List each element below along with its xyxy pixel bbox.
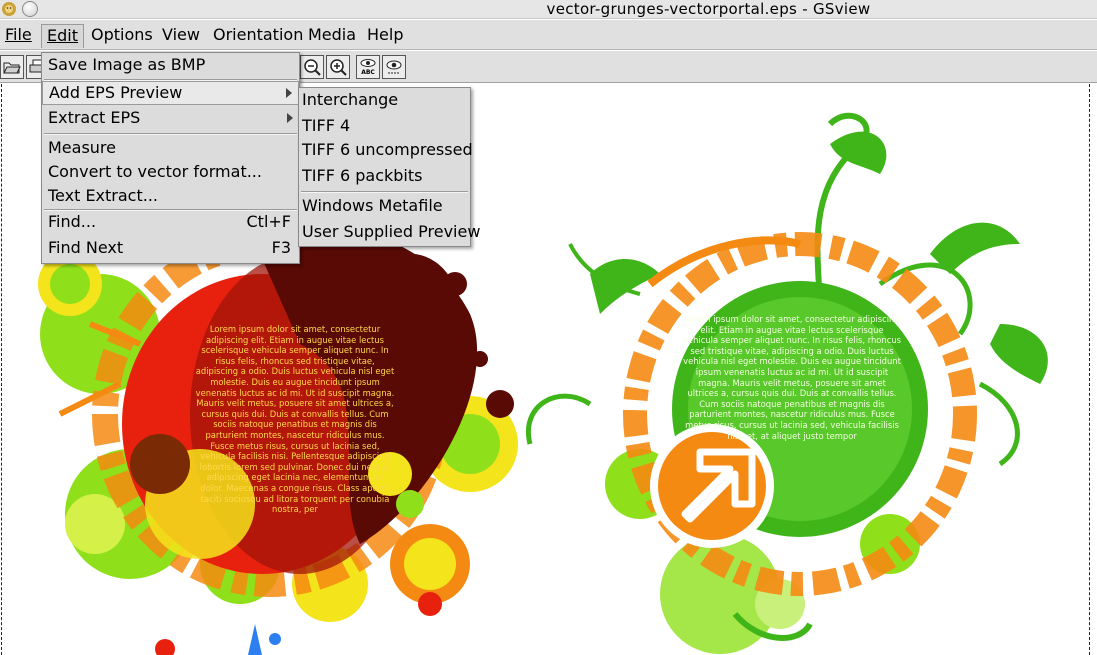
submenu-item-interchange[interactable]: Interchange (299, 89, 470, 113)
menu-item-label: Find Next (48, 238, 124, 257)
add-eps-preview-submenu: Interchange TIFF 4 TIFF 6 uncompressed T… (298, 87, 480, 247)
menu-separator (301, 191, 468, 193)
title-bar: vector-grunges-vectorportal.eps - GSview (0, 0, 1097, 19)
menu-options-label: Options (91, 25, 153, 44)
open-icon (3, 62, 21, 74)
menu-item-save-image-bmp[interactable]: Save Image as BMP (42, 54, 299, 78)
menu-item-find[interactable]: Find... Ctl+F (42, 211, 299, 235)
menu-options[interactable]: Options (86, 24, 158, 48)
submenu-item-tiff6-uncompressed[interactable]: TIFF 6 uncompressed (299, 139, 473, 163)
menu-item-label: Find... (48, 212, 97, 231)
left-body-text: Lorem ipsum dolor sit amet, consectetur … (195, 324, 395, 515)
menu-media[interactable]: Media (303, 24, 361, 48)
eye-button[interactable] (382, 55, 406, 79)
menu-file[interactable]: File (0, 24, 37, 48)
open-button[interactable] (0, 55, 24, 79)
submenu-arrow-icon (286, 88, 292, 98)
menu-media-label: Media (308, 25, 357, 44)
submenu-item-label: TIFF 6 uncompressed (302, 140, 473, 159)
submenu-item-label: TIFF 6 packbits (302, 166, 423, 185)
eye-icon (386, 60, 402, 74)
text-eye-icon: ABC (360, 59, 376, 76)
menu-view[interactable]: View (157, 24, 205, 48)
zoom-in-icon (330, 59, 347, 76)
menu-item-label: Measure (48, 138, 116, 157)
menu-edit[interactable]: Edit (41, 24, 84, 48)
menu-help[interactable]: Help (362, 24, 408, 48)
submenu-arrow-icon (287, 113, 293, 123)
menu-file-label: File (5, 25, 32, 44)
text-eye-button[interactable]: ABC (356, 55, 380, 79)
submenu-item-label: Interchange (302, 90, 399, 109)
menu-view-label: View (162, 25, 200, 44)
submenu-item-tiff6-packbits[interactable]: TIFF 6 packbits (299, 165, 470, 189)
submenu-item-user-supplied-preview[interactable]: User Supplied Preview (299, 221, 480, 245)
text-eye-caption: ABC (361, 69, 375, 76)
menu-item-shortcut: Ctl+F (246, 212, 292, 231)
menu-edit-label: Edit (47, 26, 78, 45)
edit-menu: Save Image as BMP Add EPS Preview Extrac… (41, 52, 300, 264)
submenu-item-label: User Supplied Preview (302, 222, 481, 241)
zoom-out-icon (304, 59, 321, 76)
menu-help-label: Help (367, 25, 404, 44)
menu-item-text-extract[interactable]: Text Extract... (42, 185, 299, 209)
menu-item-label: Add EPS Preview (49, 83, 183, 102)
menu-item-convert-vector[interactable]: Convert to vector format... (42, 161, 299, 185)
menu-item-find-next[interactable]: Find Next F3 (42, 237, 299, 261)
menu-item-extract-eps[interactable]: Extract EPS (42, 107, 299, 131)
menu-orientation[interactable]: Orientation (208, 24, 308, 48)
window-title: vector-grunges-vectorportal.eps - GSview (546, 0, 871, 18)
zoom-out-button[interactable] (300, 55, 324, 79)
submenu-item-label: Windows Metafile (302, 196, 443, 215)
menu-item-label: Extract EPS (48, 108, 141, 127)
menu-bar: File Edit Options View Orientation Media… (0, 20, 1097, 50)
menu-item-label: Convert to vector format... (48, 162, 262, 181)
menu-item-label: Text Extract... (48, 186, 159, 205)
menu-item-shortcut: F3 (271, 238, 291, 257)
zoom-in-button[interactable] (326, 55, 350, 79)
submenu-item-windows-metafile[interactable]: Windows Metafile (299, 195, 470, 219)
right-body-text: Lorem ipsum dolor sit amet, consectetur … (682, 314, 902, 441)
menu-item-label: Save Image as BMP (48, 55, 206, 74)
menu-item-add-eps-preview[interactable]: Add EPS Preview (42, 81, 299, 105)
submenu-item-label: TIFF 4 (302, 116, 351, 135)
submenu-item-tiff4[interactable]: TIFF 4 (299, 115, 470, 139)
menu-item-measure[interactable]: Measure (42, 137, 299, 161)
menu-separator (44, 133, 297, 135)
menu-orientation-label: Orientation (213, 25, 304, 44)
